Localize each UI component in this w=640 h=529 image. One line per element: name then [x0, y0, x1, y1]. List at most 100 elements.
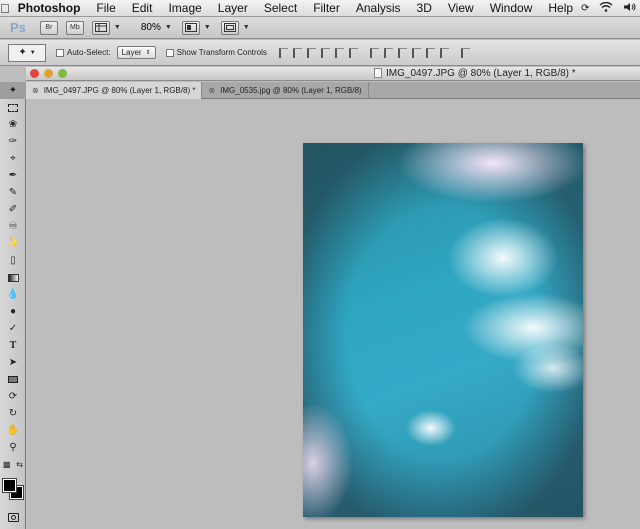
menu-window[interactable]: Window [482, 1, 541, 15]
document-title-bar: IMG_0497.JPG @ 80% (Layer 1, RGB/8) * [26, 67, 640, 81]
distribute-top-icon[interactable] [369, 47, 379, 58]
screen-mode-icon [223, 23, 236, 32]
tab-img-0497[interactable]: ⊗ IMG_0497.JPG @ 80% (Layer 1, RGB/8) * [26, 82, 203, 99]
shape-tool-icon[interactable] [0, 371, 26, 388]
launch-bridge-button[interactable]: Br [39, 20, 58, 35]
align-vcenter-icon[interactable] [292, 47, 302, 58]
view-extras-dropdown-icon[interactable]: ▼ [114, 24, 121, 31]
syncing-icon[interactable]: ⟳ [581, 3, 589, 14]
screen-mode-button[interactable] [220, 20, 239, 35]
blur-tool-icon[interactable]: 💧 [0, 286, 26, 303]
close-tab-icon[interactable]: ⊗ [208, 86, 215, 95]
menu-filter[interactable]: Filter [305, 1, 348, 15]
align-top-icon[interactable] [278, 47, 288, 58]
align-right-icon[interactable] [348, 47, 358, 58]
show-transform-checkbox[interactable] [165, 48, 174, 57]
eyedropper-tool-icon[interactable]: ✒ [0, 167, 26, 184]
zoom-window-button[interactable] [58, 69, 67, 78]
distribute-right-icon[interactable] [439, 47, 449, 58]
minimize-window-button[interactable] [44, 69, 53, 78]
quick-select-tool-icon[interactable]: ✑ [0, 133, 26, 150]
distribute-vcenter-icon[interactable] [383, 47, 393, 58]
path-select-tool-icon[interactable]: ➤ [0, 354, 26, 371]
menu-image[interactable]: Image [160, 1, 209, 15]
ps-logo: Ps [10, 20, 26, 35]
gradient-tool-icon[interactable] [0, 269, 26, 286]
document-tabs: ⊗ IMG_0497.JPG @ 80% (Layer 1, RGB/8) * … [26, 82, 640, 99]
marquee-tool-icon[interactable] [0, 99, 26, 116]
tab-img-0535[interactable]: ⊗ IMG_0535.jpg @ 80% (Layer 1, RGB/8) [202, 82, 369, 99]
menu-edit[interactable]: Edit [124, 1, 161, 15]
foreground-color-swatch[interactable] [2, 478, 17, 493]
type-tool-icon[interactable]: T [0, 337, 26, 354]
history-brush-tool-icon[interactable]: ✨ [0, 235, 26, 252]
grid-icon [94, 23, 107, 32]
3d-orbit-tool-icon[interactable]: ↻ [0, 405, 26, 422]
auto-select-value: Layer [121, 48, 142, 57]
crop-tool-icon[interactable]: ⌖ [0, 150, 26, 167]
menu-layer[interactable]: Layer [210, 1, 256, 15]
zoom-dropdown-icon[interactable]: ▼ [165, 24, 172, 31]
align-left-icon[interactable] [320, 47, 330, 58]
dodge-tool-icon[interactable]: ● [0, 303, 26, 320]
move-tool-icon[interactable]: ✦ [0, 82, 26, 99]
menu-help[interactable]: Help [540, 1, 581, 15]
zoom-level-select[interactable]: 80% [141, 22, 161, 33]
auto-select-checkbox[interactable] [56, 48, 64, 57]
view-extras-button[interactable] [91, 20, 110, 35]
align-hcenter-icon[interactable] [334, 47, 344, 58]
distribute-bottom-icon[interactable] [397, 47, 407, 58]
distribute-hcenter-icon[interactable] [425, 47, 435, 58]
auto-select-group: Auto-Select: Layer ⇕ [56, 46, 156, 59]
volume-icon[interactable] [623, 1, 637, 15]
screen-mode-dropdown-icon[interactable]: ▼ [243, 24, 250, 31]
document-window-title: IMG_0497.JPG @ 80% (Layer 1, RGB/8) * [386, 68, 576, 79]
distribute-left-icon[interactable] [411, 47, 421, 58]
auto-select-target-select[interactable]: Layer ⇕ [116, 46, 156, 59]
auto-align-layers-icon[interactable] [460, 47, 470, 58]
eraser-tool-icon[interactable]: ▯ [0, 252, 26, 269]
clone-stamp-tool-icon[interactable]: ♾ [0, 218, 26, 235]
wifi-icon[interactable] [599, 1, 613, 15]
menu-app-name[interactable]: Photoshop [10, 1, 89, 15]
show-transform-label: Show Transform Controls [176, 48, 267, 57]
tool-preset-picker[interactable]: ✦ ▼ [8, 43, 46, 62]
application-bar: Ps Br Mb ▼ 80% ▼ ▼ ▼ [0, 17, 640, 39]
arrange-icon [184, 23, 197, 32]
menu-file[interactable]: File [88, 1, 123, 15]
pen-tool-icon[interactable]: ✓ [0, 320, 26, 337]
auto-align-buttons [460, 47, 470, 58]
brush-tool-icon[interactable]: ✐ [0, 201, 26, 218]
move-tool-icon: ✦ [18, 47, 27, 58]
auto-select-label: Auto-Select: [67, 48, 111, 57]
color-swatches [0, 473, 25, 509]
tools-panel: ✦ ❀ ✑ ⌖ ✒ ✎ ✐ ♾ ✨ ▯ 💧 ● ✓ T ➤ ⟳ ↻ ✋ ⚲ ▩ … [0, 82, 26, 529]
apple-menu-icon[interactable]:  [0, 1, 10, 16]
arrange-dropdown-icon[interactable]: ▼ [204, 24, 211, 31]
close-tab-icon[interactable]: ⊗ [32, 86, 39, 95]
menu-view[interactable]: View [440, 1, 482, 15]
document-canvas-image[interactable] [303, 143, 583, 517]
3d-rotate-tool-icon[interactable]: ⟳ [0, 388, 26, 405]
chevron-down-icon: ▼ [29, 49, 36, 56]
tab-label: IMG_0535.jpg @ 80% (Layer 1, RGB/8) [220, 86, 362, 95]
default-colors-icon[interactable]: ▩ [3, 460, 11, 469]
menu-3d[interactable]: 3D [409, 1, 440, 15]
healing-brush-tool-icon[interactable]: ✎ [0, 184, 26, 201]
align-bottom-icon[interactable] [306, 47, 316, 58]
document-icon [374, 68, 382, 78]
menu-bar:  Photoshop File Edit Image Layer Select… [0, 0, 640, 17]
hand-tool-icon[interactable]: ✋ [0, 422, 26, 439]
close-window-button[interactable] [30, 69, 39, 78]
swap-colors-icon[interactable]: ⇆ [16, 460, 23, 469]
zoom-tool-icon[interactable]: ⚲ [0, 439, 26, 456]
options-bar: ✦ ▼ Auto-Select: Layer ⇕ Show Transform C… [0, 40, 640, 66]
launch-mini-bridge-button[interactable]: Mb [65, 20, 84, 35]
swatch-controls: ▩ ⇆ [0, 456, 26, 473]
quick-mask-icon[interactable] [0, 509, 26, 526]
menu-select[interactable]: Select [256, 1, 305, 15]
menu-analysis[interactable]: Analysis [348, 1, 409, 15]
arrange-documents-button[interactable] [181, 20, 200, 35]
lasso-tool-icon[interactable]: ❀ [0, 116, 26, 133]
tab-label: IMG_0497.JPG @ 80% (Layer 1, RGB/8) * [43, 86, 196, 95]
